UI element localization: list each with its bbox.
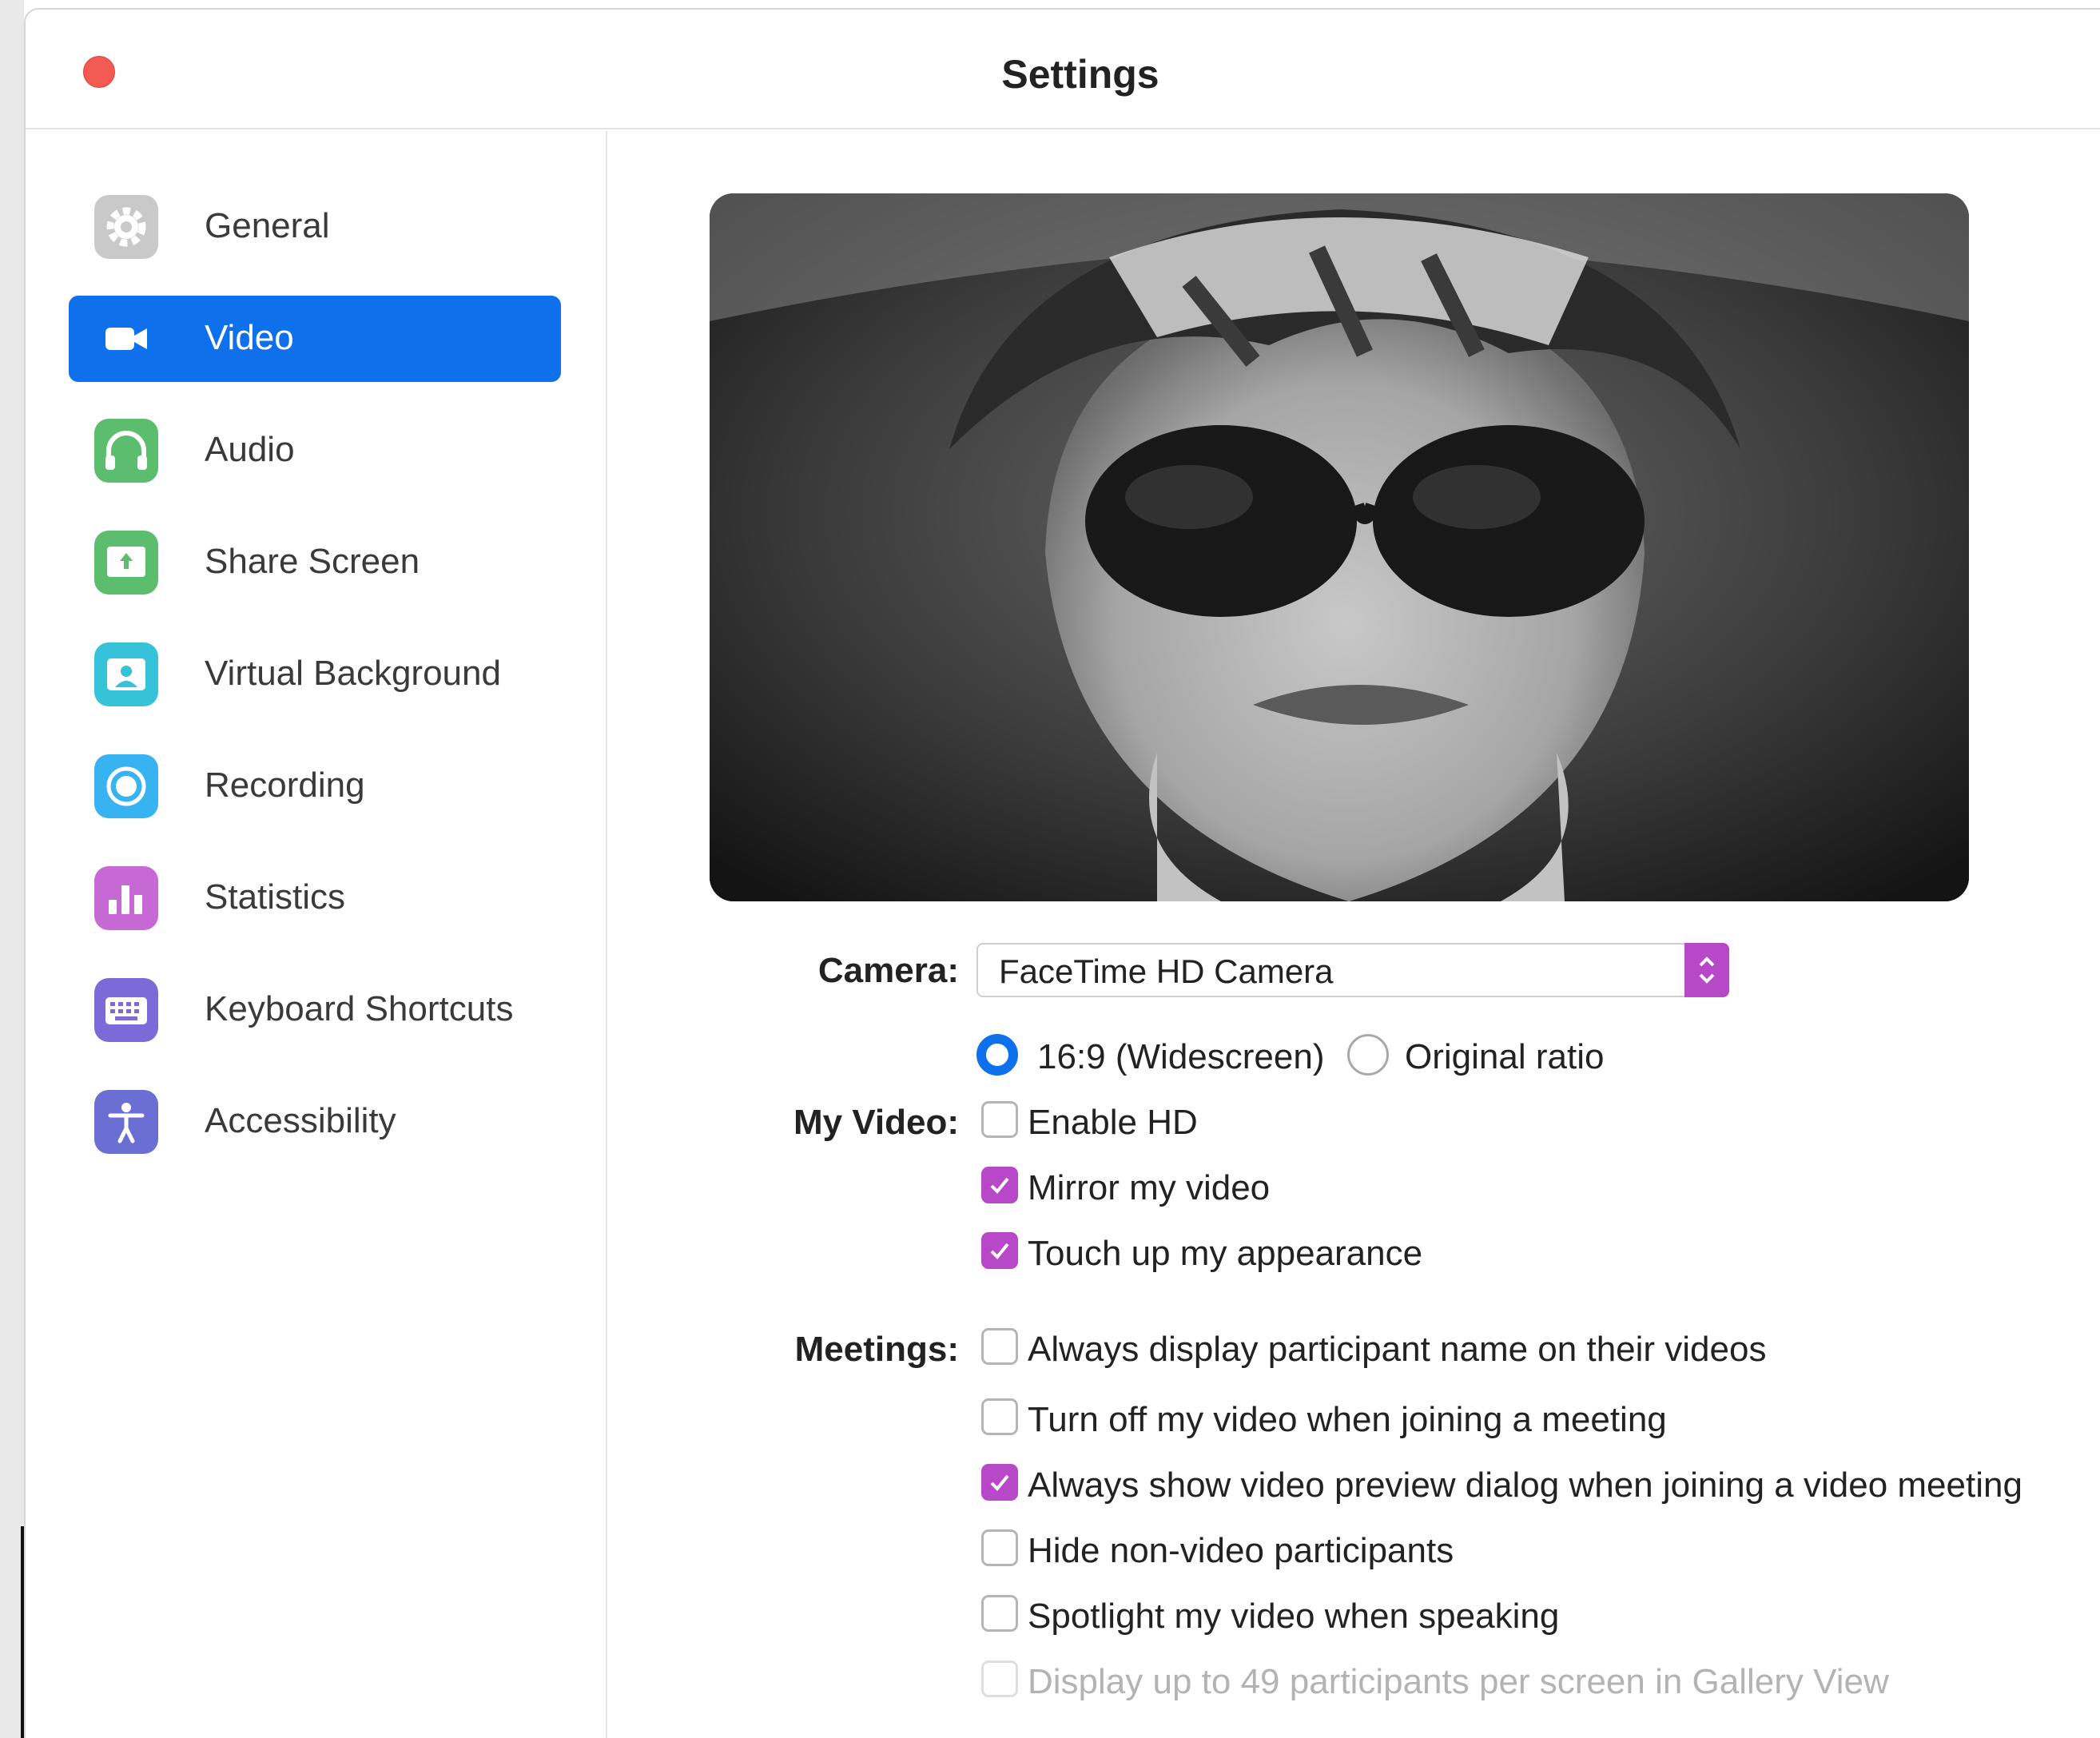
hide-non-video-checkbox[interactable]	[981, 1529, 1018, 1566]
window-title: Settings	[1001, 52, 1159, 97]
share-screen-icon	[94, 531, 158, 595]
settings-sidebar: General Video Audio Share Screen Virtual	[26, 131, 607, 1738]
ratio-original-radio[interactable]	[1347, 1034, 1389, 1076]
touch-up-checkbox[interactable]	[981, 1232, 1018, 1269]
sidebar-item-label: Audio	[205, 430, 295, 469]
gear-icon	[94, 195, 158, 259]
sidebar-item-keyboard-shortcuts[interactable]: Keyboard Shortcuts	[69, 967, 561, 1053]
sidebar-item-label: Video	[205, 318, 294, 357]
camera-label: Camera:	[817, 951, 959, 990]
person-frame-icon	[94, 642, 158, 706]
keyboard-icon	[94, 978, 158, 1042]
video-preview-dialog-checkbox[interactable]	[981, 1464, 1018, 1501]
mirror-video-checkbox[interactable]	[981, 1167, 1018, 1203]
updown-chevron-icon	[1684, 943, 1729, 997]
display-participant-name-label: Always display participant name on their…	[1028, 1330, 1767, 1369]
spotlight-video-label: Spotlight my video when speaking	[1028, 1597, 1560, 1636]
ratio-widescreen-label: 16:9 (Widescreen)	[1037, 1037, 1325, 1076]
camera-select-value: FaceTime HD Camera	[999, 953, 1334, 990]
gallery-49-label: Display up to 49 participants per screen…	[1028, 1662, 1889, 1701]
record-icon	[94, 754, 158, 818]
settings-window: Settings General Video Audio Share Scree…	[24, 8, 2100, 1738]
sidebar-item-label: General	[205, 206, 330, 245]
meetings-label: Meetings:	[794, 1330, 959, 1369]
sidebar-item-label: Keyboard Shortcuts	[205, 989, 514, 1028]
sidebar-item-video[interactable]: Video	[69, 296, 561, 382]
gallery-49-checkbox	[981, 1660, 1018, 1697]
sidebar-item-general[interactable]: General	[69, 184, 561, 270]
enable-hd-label: Enable HD	[1028, 1103, 1198, 1142]
accessibility-icon	[94, 1090, 158, 1154]
display-participant-name-checkbox[interactable]	[981, 1328, 1018, 1365]
checkmark-icon	[990, 1474, 1009, 1491]
title-bar: Settings	[26, 10, 2100, 129]
sidebar-item-audio[interactable]: Audio	[69, 408, 561, 494]
touch-up-label: Touch up my appearance	[1028, 1234, 1423, 1273]
turn-off-video-checkbox[interactable]	[981, 1398, 1018, 1435]
mirror-video-label: Mirror my video	[1028, 1168, 1271, 1207]
video-preview-dialog-label: Always show video preview dialog when jo…	[1028, 1466, 2022, 1505]
sidebar-item-share-screen[interactable]: Share Screen	[69, 519, 561, 606]
headphones-icon	[94, 419, 158, 483]
ratio-original-label: Original ratio	[1405, 1037, 1605, 1076]
enable-hd-checkbox[interactable]	[981, 1101, 1018, 1138]
sidebar-item-accessibility[interactable]: Accessibility	[69, 1079, 561, 1165]
sidebar-item-label: Statistics	[205, 877, 346, 917]
checkmark-icon	[990, 1177, 1009, 1194]
camera-select[interactable]: FaceTime HD Camera	[976, 943, 1729, 997]
sidebar-item-label: Share Screen	[205, 542, 420, 581]
camera-preview	[710, 193, 1969, 901]
turn-off-video-label: Turn off my video when joining a meeting	[1028, 1400, 1667, 1439]
video-camera-icon	[94, 307, 158, 371]
hide-non-video-label: Hide non-video participants	[1028, 1531, 1454, 1570]
sidebar-item-statistics[interactable]: Statistics	[69, 855, 561, 941]
background-window-edge	[0, 0, 27, 1738]
bar-chart-icon	[94, 866, 158, 930]
sidebar-item-label: Recording	[205, 766, 365, 805]
ratio-widescreen-radio[interactable]	[976, 1034, 1018, 1076]
sidebar-item-recording[interactable]: Recording	[69, 743, 561, 829]
checkmark-icon	[990, 1243, 1009, 1259]
sidebar-item-label: Accessibility	[205, 1101, 396, 1140]
my-video-label: My Video:	[793, 1103, 959, 1142]
sidebar-item-label: Virtual Background	[205, 654, 501, 693]
sidebar-item-virtual-background[interactable]: Virtual Background	[69, 631, 561, 718]
spotlight-video-checkbox[interactable]	[981, 1595, 1018, 1632]
